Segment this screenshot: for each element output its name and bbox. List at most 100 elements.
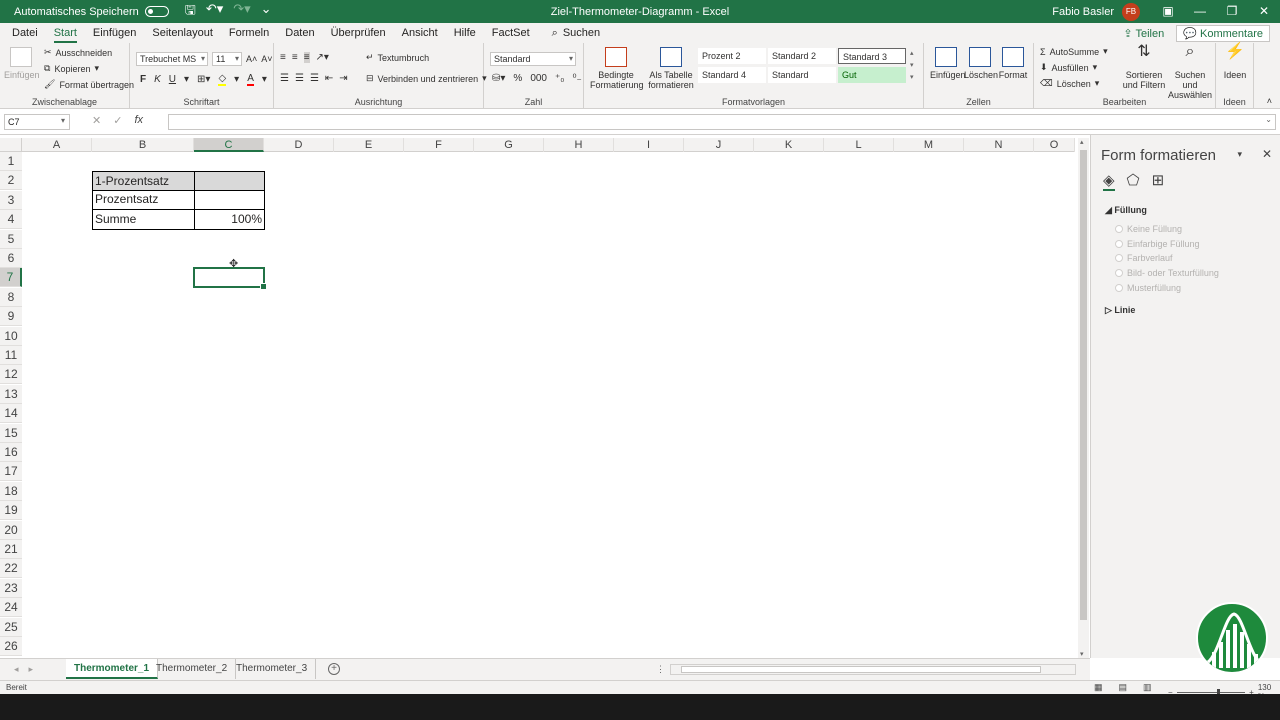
- save-icon[interactable]: 🖫: [185, 1, 196, 23]
- scroll-up-icon[interactable]: ▴: [1080, 138, 1084, 146]
- gallery-scroll-icon[interactable]: ▴ ▾ ▾: [910, 48, 918, 84]
- row-header-1[interactable]: 1: [0, 152, 22, 171]
- radio-button[interactable]: [1115, 269, 1123, 277]
- minimize-icon[interactable]: —: [1184, 0, 1216, 23]
- line-section-toggle[interactable]: ▷ Linie: [1105, 305, 1135, 316]
- effects-icon[interactable]: ⬠: [1127, 171, 1140, 191]
- format-as-table-button[interactable]: Als Tabelle formatieren: [646, 47, 696, 90]
- cell-c4[interactable]: 100%: [194, 210, 265, 230]
- user-account[interactable]: Fabio Basler FB: [1052, 2, 1140, 21]
- check-icon[interactable]: ✓: [113, 114, 122, 127]
- scrollbar-thumb[interactable]: [681, 666, 1041, 673]
- row-header-12[interactable]: 12: [0, 365, 22, 384]
- chevron-down-icon[interactable]: ▾: [61, 116, 65, 125]
- tab-ansicht[interactable]: Ansicht: [394, 23, 446, 43]
- copy-button[interactable]: ⧉ Kopieren ▾: [44, 63, 99, 74]
- fill-button[interactable]: ⬇ Ausfüllen ▾: [1040, 62, 1097, 73]
- row-header-3[interactable]: 3: [0, 191, 22, 210]
- row-header-6[interactable]: 6: [0, 249, 22, 268]
- radio-button[interactable]: [1115, 254, 1123, 262]
- expand-formula-icon[interactable]: ⌄: [1265, 115, 1272, 124]
- number-format-select[interactable]: Standard: [490, 52, 576, 66]
- cell-b4[interactable]: Summe: [92, 210, 195, 230]
- align-left-icon[interactable]: ☰: [280, 73, 289, 84]
- align-center-icon[interactable]: ☰: [295, 73, 304, 84]
- sheet-tab-thermometer-1[interactable]: Thermometer_1: [66, 659, 159, 679]
- cancel-icon[interactable]: ✕: [92, 114, 101, 127]
- paste-button[interactable]: Einfügen: [4, 47, 40, 80]
- avatar[interactable]: FB: [1122, 2, 1140, 21]
- column-header-n[interactable]: N: [964, 138, 1034, 152]
- tab-hilfe[interactable]: Hilfe: [446, 23, 484, 43]
- formula-input[interactable]: [168, 114, 1276, 130]
- zoom-slider[interactable]: [1176, 688, 1246, 696]
- row-header-22[interactable]: 22: [0, 559, 22, 578]
- font-size-select[interactable]: 11: [212, 52, 242, 66]
- autosave-toggle[interactable]: Automatisches Speichern: [14, 6, 169, 18]
- scrollbar-thumb[interactable]: [1080, 150, 1087, 620]
- row-header-26[interactable]: 26: [0, 637, 22, 656]
- column-header-i[interactable]: I: [614, 138, 684, 152]
- close-icon[interactable]: ✕: [1262, 147, 1272, 161]
- tab-ueberpruefen[interactable]: Überprüfen: [323, 23, 394, 43]
- pane-options-icon[interactable]: ▾: [1237, 149, 1242, 160]
- sort-filter-button[interactable]: ⇅ Sortieren und Filtern: [1122, 44, 1166, 91]
- fill-color-icon[interactable]: ◇: [218, 73, 227, 86]
- tab-daten[interactable]: Daten: [277, 23, 322, 43]
- chevron-down-icon[interactable]: ▾: [262, 74, 267, 85]
- currency-icon[interactable]: ⛁▾: [492, 73, 505, 84]
- active-cell-c7[interactable]: [193, 267, 267, 290]
- format-cells-button[interactable]: Format: [998, 47, 1028, 80]
- align-bottom-icon[interactable]: ≡: [303, 52, 310, 63]
- chevron-down-icon[interactable]: ▾: [234, 74, 239, 85]
- option-gradient-fill[interactable]: Farbverlauf: [1115, 253, 1173, 263]
- row-header-10[interactable]: 10: [0, 327, 22, 346]
- size-properties-icon[interactable]: ⊞: [1152, 171, 1165, 191]
- row-header-2[interactable]: 2: [0, 171, 22, 190]
- ribbon-display-icon[interactable]: ▣: [1152, 0, 1184, 23]
- decrease-indent-icon[interactable]: ⇤: [325, 73, 333, 84]
- style-standard[interactable]: Standard: [768, 67, 836, 83]
- tab-einfuegen[interactable]: Einfügen: [85, 23, 144, 43]
- radio-button[interactable]: [1115, 284, 1123, 292]
- row-header-9[interactable]: 9: [0, 307, 22, 326]
- fx-icon[interactable]: fx: [134, 114, 143, 127]
- column-header-l[interactable]: L: [824, 138, 894, 152]
- autosum-button[interactable]: Σ AutoSumme ▾: [1040, 46, 1108, 57]
- row-header-11[interactable]: 11: [0, 346, 22, 365]
- fill-line-icon[interactable]: ◈: [1103, 171, 1115, 191]
- close-icon[interactable]: ✕: [1248, 0, 1280, 23]
- cell-b3[interactable]: Prozentsatz: [92, 190, 195, 210]
- tab-seitenlayout[interactable]: Seitenlayout: [144, 23, 221, 43]
- collapse-ribbon-icon[interactable]: ˄: [1267, 96, 1272, 106]
- column-header-g[interactable]: G: [474, 138, 544, 152]
- sheet-tab-thermometer-2[interactable]: Thermometer_2: [148, 659, 237, 679]
- page-break-icon[interactable]: ▥: [1143, 682, 1152, 693]
- select-all-corner[interactable]: [0, 138, 22, 152]
- shrink-font-icon[interactable]: A˅: [261, 54, 272, 64]
- tab-split-icon[interactable]: ⋮: [656, 664, 665, 675]
- column-header-f[interactable]: F: [404, 138, 474, 152]
- radio-button[interactable]: [1115, 225, 1123, 233]
- orientation-icon[interactable]: ↗▾: [316, 52, 329, 63]
- horizontal-scrollbar[interactable]: [670, 664, 1076, 675]
- option-pattern-fill[interactable]: Musterfüllung: [1115, 283, 1181, 293]
- row-header-7[interactable]: 7: [0, 268, 22, 287]
- font-color-icon[interactable]: A: [247, 73, 254, 86]
- find-select-button[interactable]: ⌕ Suchen und Auswählen: [1166, 44, 1214, 101]
- search-box[interactable]: ⌕ Suchen: [538, 27, 600, 40]
- italic-button[interactable]: K: [154, 74, 161, 85]
- radio-button[interactable]: [1115, 240, 1123, 248]
- cell-b2[interactable]: 1-Prozentsatz: [92, 171, 195, 191]
- thousands-icon[interactable]: 000: [530, 73, 547, 84]
- bold-button[interactable]: F: [140, 74, 146, 85]
- clear-button[interactable]: ⌫ Löschen ▾: [1040, 78, 1099, 89]
- style-standard-2[interactable]: Standard 2: [768, 48, 836, 64]
- font-family-select[interactable]: Trebuchet MS: [136, 52, 208, 66]
- row-header-20[interactable]: 20: [0, 521, 22, 540]
- page-layout-icon[interactable]: ▤: [1119, 682, 1128, 693]
- increase-decimal-icon[interactable]: ⁺₀: [555, 73, 564, 84]
- row-header-4[interactable]: 4: [0, 210, 22, 229]
- cut-button[interactable]: ✂ Ausschneiden: [44, 47, 112, 58]
- row-header-23[interactable]: 23: [0, 579, 22, 598]
